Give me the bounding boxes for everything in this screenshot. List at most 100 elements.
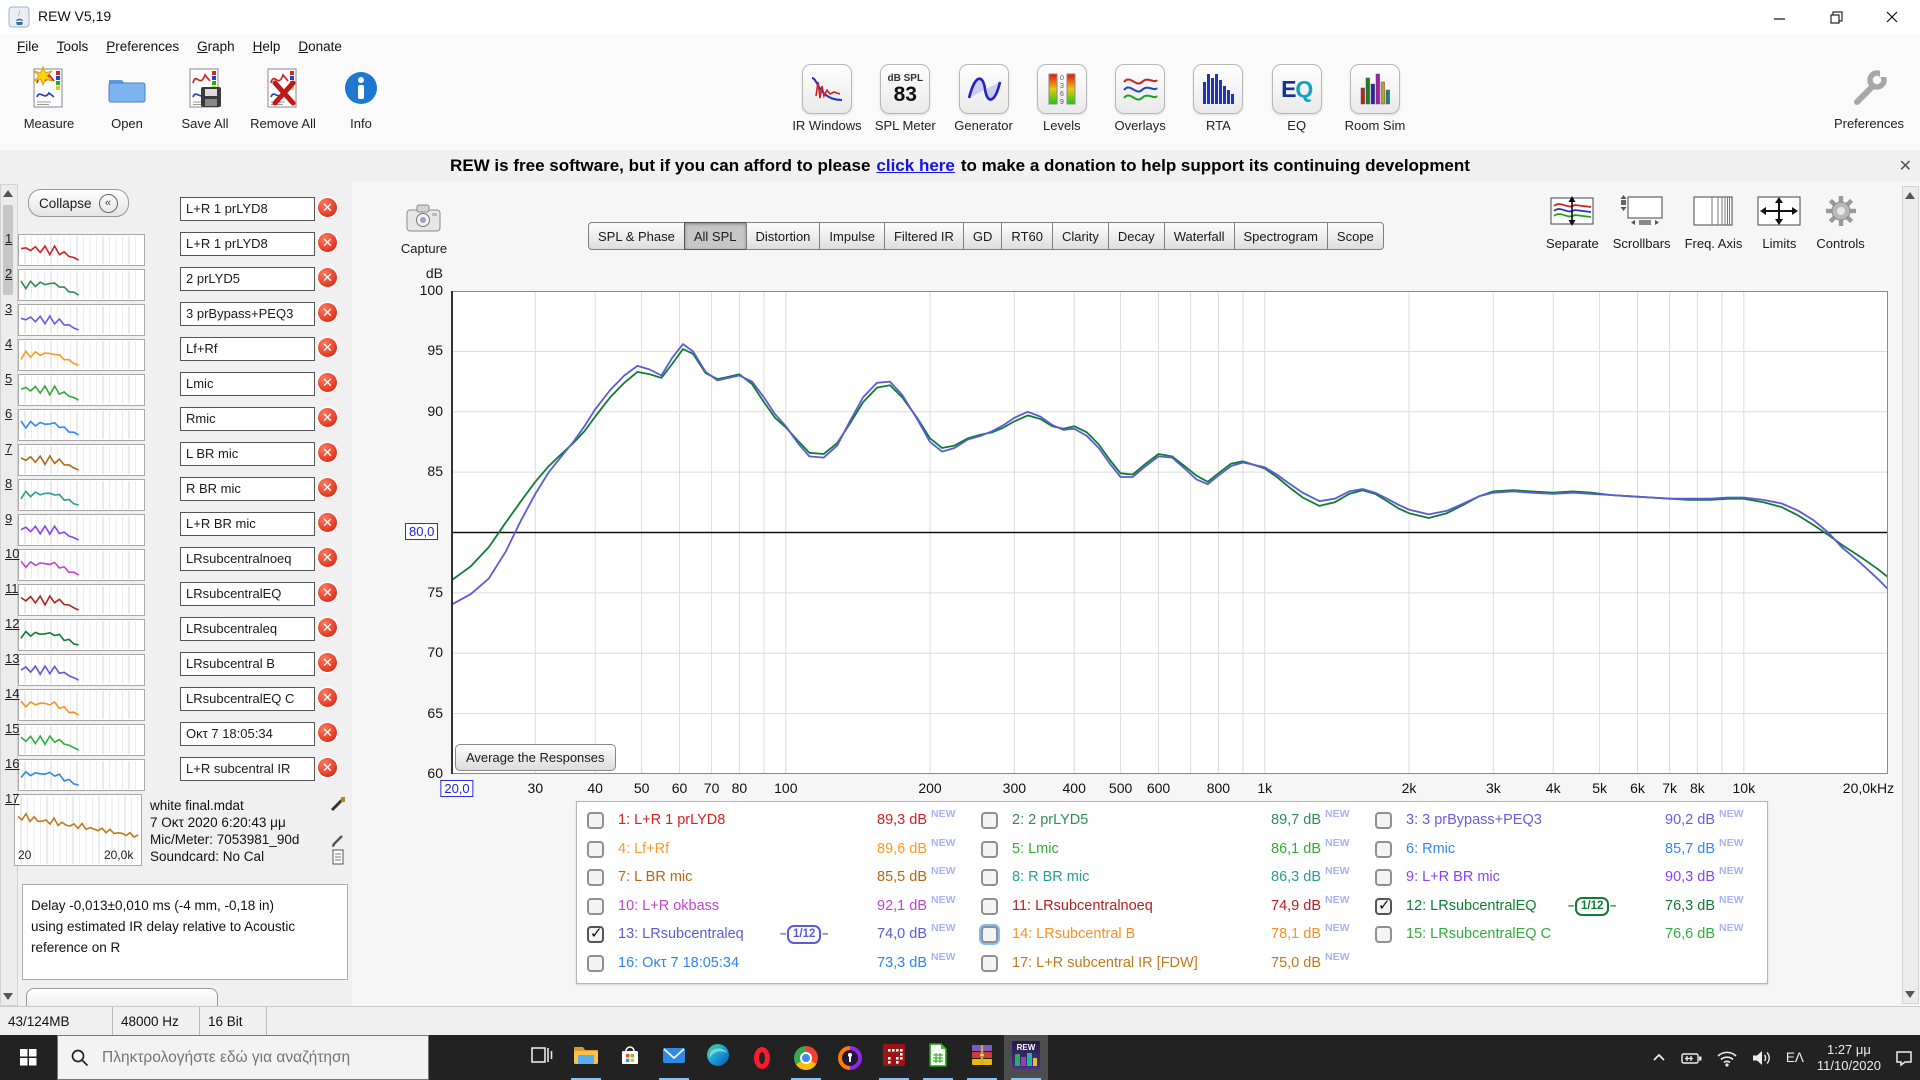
taskbar-app-file-explorer[interactable] bbox=[564, 1035, 608, 1080]
taskbar-app-red-app-tile[interactable] bbox=[872, 1035, 916, 1080]
measurement-name-field[interactable]: L+R 1 prLYD8 bbox=[180, 197, 315, 221]
legend-checkbox[interactable] bbox=[981, 955, 998, 972]
tab-distortion[interactable]: Distortion bbox=[746, 222, 820, 250]
tab-filtered-ir[interactable]: Filtered IR bbox=[884, 222, 963, 250]
toolbar-button-splmeter[interactable]: dB SPL83SPL Meter bbox=[866, 64, 944, 133]
start-button[interactable] bbox=[0, 1035, 56, 1080]
measurement-name-field[interactable]: Rmic bbox=[180, 407, 315, 431]
measurement-thumbnail[interactable] bbox=[18, 619, 145, 651]
graph-tool-limits[interactable]: Limits bbox=[1756, 194, 1802, 251]
scroll-down-icon[interactable] bbox=[3, 993, 13, 1000]
restore-button[interactable] bbox=[1808, 0, 1864, 34]
delete-measurement-button[interactable] bbox=[318, 338, 337, 357]
delete-measurement-button[interactable] bbox=[318, 303, 337, 322]
toolbar-button-measure[interactable]: Measure bbox=[10, 64, 88, 131]
tab-spectrogram[interactable]: Spectrogram bbox=[1234, 222, 1327, 250]
taskbar-app-mail[interactable] bbox=[652, 1035, 696, 1080]
toolbar-button-eq[interactable]: EQEQ bbox=[1258, 64, 1336, 133]
graph-scrollbar[interactable] bbox=[1902, 186, 1919, 1004]
taskbar-app-ms-store[interactable] bbox=[608, 1035, 652, 1080]
search-input[interactable] bbox=[100, 1048, 404, 1068]
legend-checkbox[interactable] bbox=[587, 898, 604, 915]
toolbar-button-wrench[interactable]: Preferences bbox=[1830, 64, 1908, 131]
taskbar-app-avast-browser[interactable] bbox=[828, 1035, 872, 1080]
delete-measurement-button[interactable] bbox=[318, 688, 337, 707]
measurement-thumbnail[interactable] bbox=[18, 584, 145, 616]
toolbar-button-rta[interactable]: RTA bbox=[1179, 64, 1257, 133]
toolbar-button-open[interactable]: Open bbox=[88, 64, 166, 131]
toolbar-button-levels[interactable]: 0369Levels bbox=[1023, 64, 1101, 133]
clock[interactable]: 1:27 μμ11/10/2020 bbox=[1817, 1042, 1881, 1074]
measurement-name-field[interactable]: LRsubcentralnoeq bbox=[180, 547, 315, 571]
tab-waterfall[interactable]: Waterfall bbox=[1164, 222, 1234, 250]
tab-spl-phase[interactable]: SPL & Phase bbox=[588, 222, 684, 250]
legend-checkbox[interactable] bbox=[1375, 841, 1392, 858]
spl-plot[interactable] bbox=[451, 291, 1888, 774]
toolbar-button-saveall[interactable]: Save All bbox=[166, 64, 244, 131]
measurement-thumbnail[interactable] bbox=[18, 444, 145, 476]
taskbar-app-chrome[interactable] bbox=[784, 1035, 828, 1080]
tab-impulse[interactable]: Impulse bbox=[819, 222, 884, 250]
toolbar-button-info[interactable]: Info bbox=[322, 64, 400, 131]
graph-tool-scrollbars[interactable]: Scrollbars bbox=[1613, 194, 1671, 251]
wifi-icon[interactable] bbox=[1716, 1049, 1738, 1067]
toolbar-button-irwindows[interactable]: IR Windows bbox=[788, 64, 866, 133]
legend-checkbox[interactable] bbox=[981, 812, 998, 829]
delete-measurement-button[interactable] bbox=[318, 443, 337, 462]
menu-graph[interactable]: Graph bbox=[188, 37, 244, 56]
legend-checkbox[interactable] bbox=[587, 955, 604, 972]
measurement-name-field[interactable]: R BR mic bbox=[180, 477, 315, 501]
graph-tool-gear[interactable]: Controls bbox=[1816, 194, 1864, 251]
menu-donate[interactable]: Donate bbox=[289, 37, 351, 56]
legend-checkbox[interactable] bbox=[587, 841, 604, 858]
toolbar-button-roomsim[interactable]: Room Sim bbox=[1336, 64, 1414, 133]
legend-checkbox[interactable] bbox=[981, 869, 998, 886]
tab-gd[interactable]: GD bbox=[963, 222, 1002, 250]
scrollbar-thumb[interactable] bbox=[3, 205, 13, 295]
measurement-name-field[interactable]: LRsubcentralEQ bbox=[180, 582, 315, 606]
measurement-thumbnail[interactable] bbox=[18, 304, 145, 336]
delete-measurement-button[interactable] bbox=[318, 618, 337, 637]
collapse-button[interactable]: Collapse bbox=[28, 189, 129, 217]
delete-measurement-button[interactable] bbox=[318, 653, 337, 672]
graph-tool-separate[interactable]: Separate bbox=[1546, 194, 1599, 251]
legend-checkbox[interactable] bbox=[981, 898, 998, 915]
delete-measurement-button[interactable] bbox=[318, 198, 337, 217]
measurement-thumbnail[interactable] bbox=[18, 724, 145, 756]
scroll-down-icon[interactable] bbox=[1905, 991, 1915, 998]
donate-link[interactable]: click here bbox=[876, 156, 954, 176]
delete-measurement-button[interactable] bbox=[318, 548, 337, 567]
delete-measurement-button[interactable] bbox=[318, 373, 337, 392]
measurement-name-field[interactable]: Lf+Rf bbox=[180, 337, 315, 361]
measurement-thumbnail[interactable] bbox=[18, 269, 145, 301]
banner-close-icon[interactable]: ✕ bbox=[1899, 156, 1912, 176]
delete-measurement-button[interactable] bbox=[318, 478, 337, 497]
action-center-icon[interactable] bbox=[1894, 1049, 1914, 1067]
legend-checkbox[interactable] bbox=[1375, 898, 1392, 915]
tab-decay[interactable]: Decay bbox=[1108, 222, 1164, 250]
legend-checkbox[interactable] bbox=[1375, 812, 1392, 829]
measurement-name-field[interactable]: L+R 1 prLYD8 bbox=[180, 232, 315, 256]
measurement-thumbnail[interactable] bbox=[18, 549, 145, 581]
capture-button[interactable]: Capture bbox=[398, 202, 450, 256]
measurement-name-field[interactable]: 2 prLYD5 bbox=[180, 267, 315, 291]
menu-tools[interactable]: Tools bbox=[48, 37, 98, 56]
delete-measurement-button[interactable] bbox=[318, 408, 337, 427]
taskbar-app-rew[interactable]: REW bbox=[1004, 1035, 1048, 1080]
measurement-name-field[interactable]: L+R BR mic bbox=[180, 512, 315, 536]
taskbar-app-opera[interactable] bbox=[740, 1035, 784, 1080]
language-indicator[interactable]: ΕΛ bbox=[1786, 1050, 1804, 1065]
legend-checkbox[interactable] bbox=[587, 869, 604, 886]
delete-measurement-button[interactable] bbox=[318, 583, 337, 602]
measurement-thumbnail[interactable] bbox=[18, 514, 145, 546]
close-button[interactable] bbox=[1864, 0, 1920, 34]
taskbar-app-winrar[interactable] bbox=[960, 1035, 1004, 1080]
legend-checkbox[interactable] bbox=[981, 926, 998, 943]
measurement-thumbnail[interactable] bbox=[18, 409, 145, 441]
measurement-name-field[interactable]: Lmic bbox=[180, 372, 315, 396]
measurement-thumbnail[interactable] bbox=[18, 479, 145, 511]
volume-icon[interactable] bbox=[1751, 1049, 1773, 1067]
measurement-name-field[interactable]: 3 prBypass+PEQ3 bbox=[180, 302, 315, 326]
tab-rt60[interactable]: RT60 bbox=[1001, 222, 1052, 250]
tab-scope[interactable]: Scope bbox=[1327, 222, 1384, 250]
